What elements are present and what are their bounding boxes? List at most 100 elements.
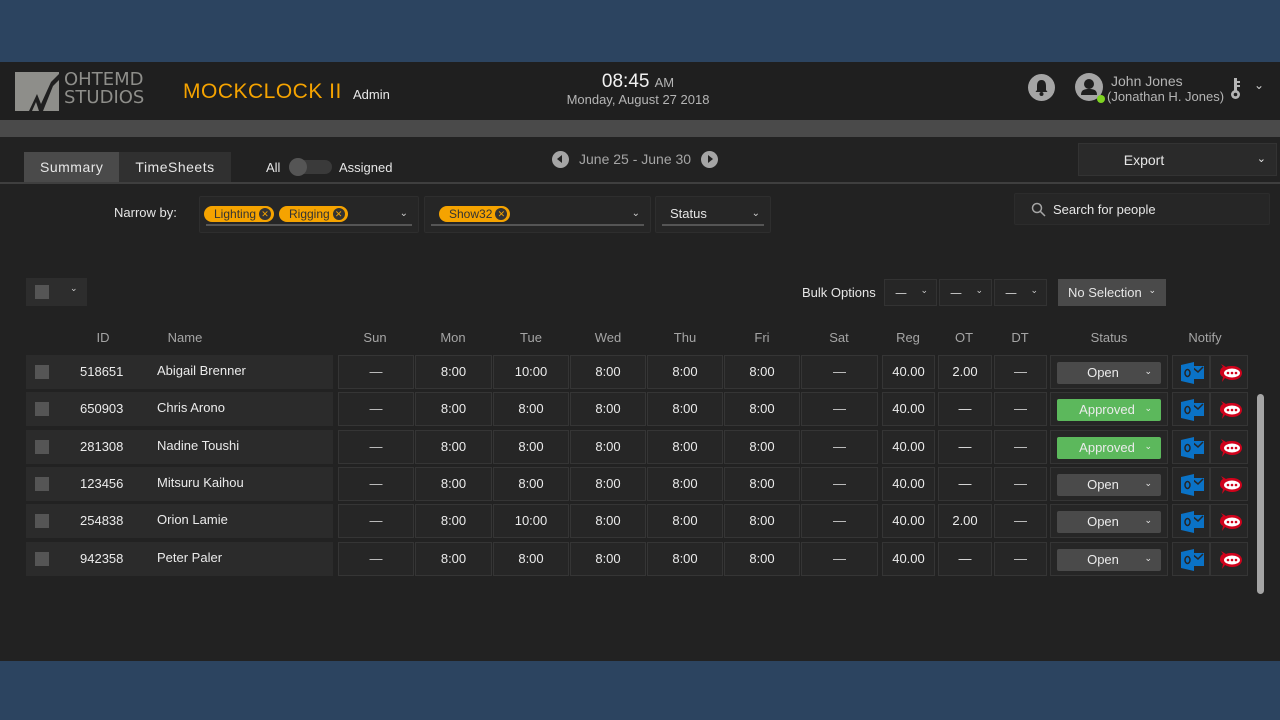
employee-name[interactable]: Chris Arono <box>157 400 225 415</box>
cell-mon[interactable]: 8:00 <box>415 541 492 576</box>
cell-mon[interactable]: 8:00 <box>415 429 492 464</box>
employee-name[interactable]: Orion Lamie <box>157 512 228 527</box>
cell-fri[interactable]: 8:00 <box>724 429 800 464</box>
cell-thu[interactable]: 8:00 <box>647 355 723 389</box>
employee-name[interactable]: Abigail Brenner <box>157 363 246 378</box>
cell-tue[interactable]: 10:00 <box>493 355 569 389</box>
status-dropdown[interactable]: Approved ⌄ <box>1057 399 1161 422</box>
select-all-dropdown[interactable]: ⌄ <box>26 278 87 306</box>
tab-timesheets[interactable]: TimeSheets <box>119 152 231 182</box>
bulk-selection-dropdown[interactable]: No Selection ⌄ <box>1058 279 1166 306</box>
status-dropdown[interactable]: Open ⌄ <box>1057 511 1161 534</box>
next-week-icon[interactable] <box>701 150 719 168</box>
cell-thu[interactable]: 8:00 <box>647 504 723 539</box>
cell-mon[interactable]: 8:00 <box>415 466 492 501</box>
row-checkbox[interactable] <box>35 402 49 417</box>
cell-thu[interactable]: 8:00 <box>647 541 723 576</box>
search-input[interactable] <box>1053 200 1253 218</box>
cell-wed[interactable]: 8:00 <box>570 392 646 427</box>
department-filter[interactable]: Lighting ✕ Rigging ✕ ⌄ <box>199 196 419 233</box>
status-dropdown[interactable]: Approved ⌄ <box>1057 436 1161 459</box>
cell-fri[interactable]: 8:00 <box>724 392 800 427</box>
cell-sat[interactable]: — <box>801 466 878 501</box>
tab-summary[interactable]: Summary <box>24 152 120 182</box>
row-checkbox[interactable] <box>35 365 49 379</box>
notify-chat-button[interactable] <box>1210 429 1248 464</box>
cell-sun[interactable]: — <box>338 466 414 501</box>
cell-mon[interactable]: 8:00 <box>415 392 492 427</box>
notify-chat-button[interactable] <box>1210 504 1248 539</box>
cell-fri[interactable]: 8:00 <box>724 504 800 539</box>
cell-tue[interactable]: 8:00 <box>493 392 569 427</box>
cell-fri[interactable]: 8:00 <box>724 541 800 576</box>
employee-name[interactable]: Mitsuru Kaihou <box>157 475 244 490</box>
chevron-down-icon[interactable]: ⌄ <box>70 284 78 294</box>
cell-sun[interactable]: — <box>338 504 414 539</box>
all-assigned-toggle[interactable] <box>289 158 332 176</box>
toggle-knob[interactable] <box>289 158 307 176</box>
cell-sun[interactable]: — <box>338 429 414 464</box>
cell-mon[interactable]: 8:00 <box>415 355 492 389</box>
bulk-dropdown-2[interactable]: — ⌄ <box>939 279 992 306</box>
cell-wed[interactable]: 8:00 <box>570 466 646 501</box>
notify-email-button[interactable] <box>1172 429 1210 464</box>
remove-chip-icon[interactable]: ✕ <box>259 208 272 220</box>
avatar-icon[interactable] <box>1075 73 1105 103</box>
cell-wed[interactable]: 8:00 <box>570 429 646 464</box>
cell-tue[interactable]: 8:00 <box>493 429 569 464</box>
vertical-scrollbar[interactable] <box>1257 394 1264 594</box>
cell-sun[interactable]: — <box>338 355 414 389</box>
notify-email-button[interactable] <box>1172 466 1210 501</box>
previous-week-icon[interactable] <box>552 150 569 168</box>
row-checkbox[interactable] <box>35 476 49 491</box>
cell-fri[interactable]: 8:00 <box>724 466 800 501</box>
cell-sat[interactable]: — <box>801 392 878 427</box>
employee-name[interactable]: Peter Paler <box>157 550 222 565</box>
notify-email-button[interactable] <box>1172 541 1210 576</box>
notify-email-button[interactable] <box>1172 392 1210 427</box>
remove-chip-icon[interactable]: ✕ <box>495 208 508 220</box>
cell-mon[interactable]: 8:00 <box>415 504 492 539</box>
user-name[interactable]: John Jones <box>1111 74 1183 89</box>
notify-chat-button[interactable] <box>1210 355 1248 389</box>
cell-sat[interactable]: — <box>801 504 878 539</box>
row-checkbox[interactable] <box>35 514 49 529</box>
cell-sun[interactable]: — <box>338 541 414 576</box>
cell-sun[interactable]: — <box>338 392 414 427</box>
status-dropdown[interactable]: Open ⌄ <box>1057 473 1161 496</box>
notify-chat-button[interactable] <box>1210 466 1248 501</box>
bulk-dropdown-3[interactable]: — ⌄ <box>994 279 1047 306</box>
select-all-checkbox[interactable] <box>35 285 49 299</box>
cell-sat[interactable]: — <box>801 429 878 464</box>
status-dropdown[interactable]: Open ⌄ <box>1057 548 1161 571</box>
notify-chat-button[interactable] <box>1210 392 1248 427</box>
row-checkbox[interactable] <box>35 439 49 454</box>
cell-wed[interactable]: 8:00 <box>570 355 646 389</box>
cell-fri[interactable]: 8:00 <box>724 355 800 389</box>
employee-name[interactable]: Nadine Toushi <box>157 438 239 453</box>
notify-email-button[interactable] <box>1172 355 1210 389</box>
export-dropdown[interactable]: Export ⌄ <box>1078 143 1277 176</box>
cell-wed[interactable]: 8:00 <box>570 541 646 576</box>
key-icon[interactable] <box>1230 78 1242 104</box>
bulk-dropdown-1[interactable]: — ⌄ <box>884 279 937 306</box>
people-search[interactable] <box>1014 193 1270 225</box>
remove-chip-icon[interactable]: ✕ <box>332 208 345 220</box>
cell-tue[interactable]: 8:00 <box>493 541 569 576</box>
cell-sat[interactable]: — <box>801 541 878 576</box>
row-checkbox[interactable] <box>35 551 49 566</box>
cell-thu[interactable]: 8:00 <box>647 466 723 501</box>
bell-icon[interactable] <box>1028 74 1055 101</box>
notify-email-button[interactable] <box>1172 504 1210 539</box>
cell-thu[interactable]: 8:00 <box>647 392 723 427</box>
cell-tue[interactable]: 8:00 <box>493 466 569 501</box>
show-filter[interactable]: Show32 ✕ ⌄ <box>424 196 651 233</box>
cell-wed[interactable]: 8:00 <box>570 504 646 539</box>
status-dropdown[interactable]: Open ⌄ <box>1057 362 1161 384</box>
user-menu-chevron-icon[interactable]: ⌄ <box>1254 78 1264 92</box>
notify-chat-button[interactable] <box>1210 541 1248 576</box>
cell-thu[interactable]: 8:00 <box>647 429 723 464</box>
cell-tue[interactable]: 10:00 <box>493 504 569 539</box>
status-filter[interactable]: Status ⌄ <box>655 196 771 233</box>
cell-sat[interactable]: — <box>801 355 878 389</box>
